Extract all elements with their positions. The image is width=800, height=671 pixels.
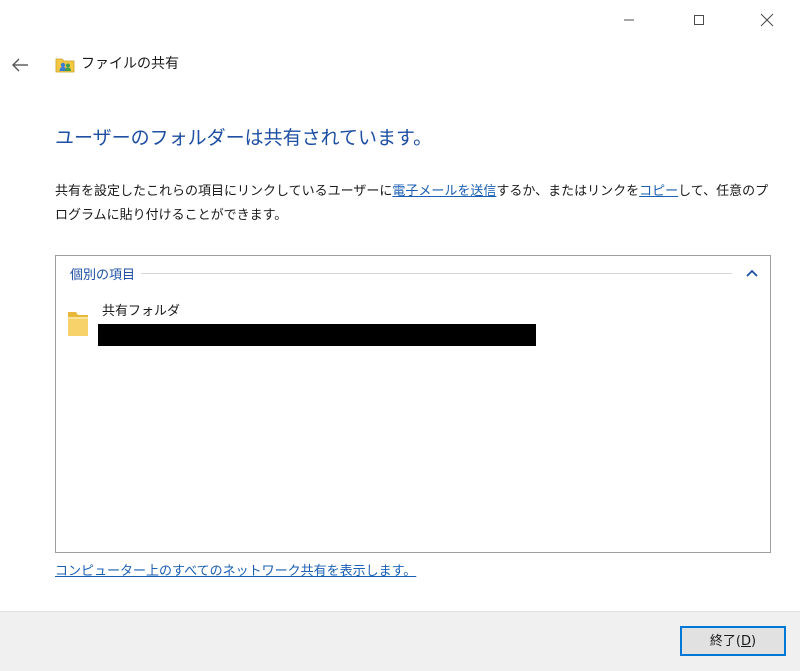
desc-text-2: するか、またはリンクを [496,184,640,199]
window-title: ファイルの共有 [81,56,179,72]
page-heading: ユーザーのフォルダーは共有されています。 [55,127,433,149]
maximize-icon [694,15,704,25]
chevron-up-icon [746,269,758,277]
description-text: 共有を設定したこれらの項目にリンクしているユーザーに電子メールを送信するか、また… [55,180,775,228]
minimize-button[interactable] [606,0,652,40]
title-bar [0,0,800,42]
send-email-link[interactable]: 電子メールを送信 [392,184,496,199]
minimize-icon [624,19,634,21]
finish-label-pre: 終了( [709,634,741,649]
file-sharing-window: ファイルの共有 ユーザーのフォルダーは共有されています。 共有を設定したこれらの… [0,0,800,671]
item-name: 共有フォルダ [102,304,181,319]
finish-label-post: ) [751,634,757,649]
show-network-shares-link[interactable]: コンピューター上のすべてのネットワーク共有を表示します。 [55,562,416,582]
finish-label-accelerator: D [740,634,751,649]
group-divider [141,272,732,274]
close-icon [760,13,774,27]
back-button[interactable] [10,55,30,75]
list-item[interactable]: 共有フォルダ [66,302,546,346]
maximize-button[interactable] [676,0,722,40]
group-title: 個別の項目 [70,267,136,283]
footer-bar: 終了(D) [0,611,800,671]
redacted-path [98,324,536,346]
copy-link[interactable]: コピー [639,184,678,199]
file-sharing-icon [55,54,75,74]
close-button[interactable] [744,0,790,40]
finish-button[interactable]: 終了(D) [680,626,786,656]
group-header: 個別の項目 [70,262,760,284]
collapse-button[interactable] [744,265,760,281]
folder-icon [68,312,88,336]
desc-text-1: 共有を設定したこれらの項目にリンクしているユーザーに [55,184,393,199]
items-list: 個別の項目 共有フォルダ [55,255,771,553]
back-arrow-icon [12,58,28,72]
